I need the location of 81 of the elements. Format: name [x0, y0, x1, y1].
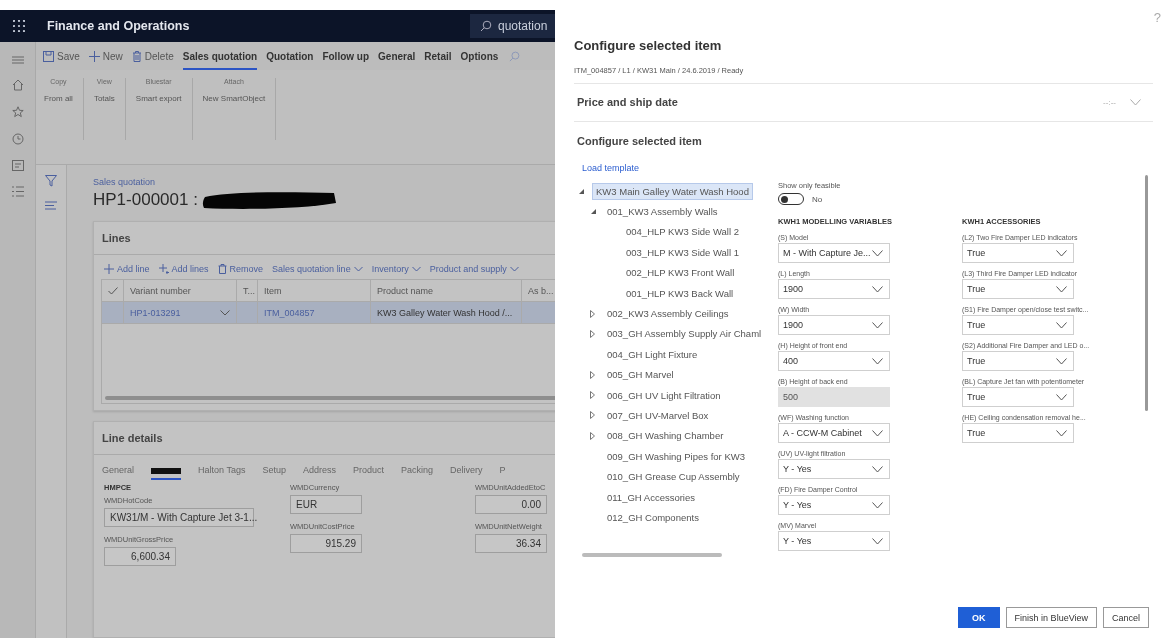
column-header[interactable]: Variant number — [124, 280, 237, 301]
column-header[interactable]: T... — [237, 280, 258, 301]
tab[interactable]: Delivery — [450, 465, 483, 480]
page-title: HP1-000001 : — [93, 190, 198, 210]
dropdown[interactable]: A - CCW-M Cabinet — [778, 423, 890, 443]
price-value: --:-- — [1103, 97, 1116, 107]
dialog-button[interactable]: Cancel — [1103, 607, 1149, 628]
ok-button[interactable]: OK — [958, 607, 1000, 628]
section-header[interactable]: Price and ship date — [577, 96, 678, 108]
search-field[interactable]: quotation — [470, 14, 555, 38]
toolbar-button[interactable]: Inventory — [371, 264, 421, 274]
table-row[interactable]: HP1-013291 ITM_004857 KW3 Galley Water Wash Hood /... — [102, 302, 555, 324]
toolbar-button[interactable]: Add lines — [158, 264, 209, 274]
tree-item[interactable]: 003_HLP KW3 Side Wall 1 — [623, 244, 742, 260]
tab[interactable]: Product — [352, 465, 384, 480]
menu-tab[interactable]: Options — [460, 42, 499, 70]
tree-item[interactable]: 004_HLP KW3 Side Wall 2 — [623, 224, 742, 240]
tree-item[interactable]: 002_KW3 Assembly Ceilings — [604, 306, 732, 322]
ribbon-button[interactable]: New SmartObject — [202, 94, 266, 103]
toolbar-button[interactable]: Product and supply — [429, 264, 519, 274]
tree-item[interactable]: 012_GH Components — [604, 509, 702, 525]
tree-item[interactable]: 003_GH Assembly Supply Air Chaml — [604, 326, 765, 342]
ribbon-button[interactable]: From all — [44, 94, 73, 103]
tree-item[interactable]: 009_GH Washing Pipes for KW3 — [604, 448, 748, 464]
tree-item[interactable]: 008_GH Washing Chamber — [604, 428, 727, 444]
dropdown[interactable]: True — [962, 387, 1074, 407]
input-field[interactable]: 6,600.34 — [104, 547, 176, 566]
tree-item[interactable]: 005_GH Marvel — [604, 367, 677, 383]
dropdown[interactable]: Y - Yes — [778, 495, 890, 515]
ribbon-button[interactable]: Totals — [93, 94, 115, 103]
input-field[interactable]: 0.00 — [475, 495, 547, 514]
new-button[interactable]: New — [88, 50, 123, 62]
tree-item[interactable]: 004_GH Light Fixture — [604, 346, 701, 362]
dropdown[interactable]: True — [962, 315, 1074, 335]
table-cell: KW3 Galley Water Wash Hood /... — [377, 307, 513, 318]
toolbar-button[interactable]: Sales quotation line — [272, 264, 363, 274]
tree-item[interactable]: 007_GH UV-Marvel Box — [604, 408, 712, 423]
dropdown[interactable]: Y - Yes — [778, 459, 890, 479]
dropdown[interactable]: 400 — [778, 351, 890, 371]
section-header: Configure selected item — [577, 135, 702, 147]
dropdown[interactable]: True — [962, 351, 1074, 371]
ribbon-button[interactable]: Smart export — [135, 94, 182, 103]
tab[interactable]: General — [102, 465, 135, 480]
dropdown[interactable]: 1900 — [778, 279, 890, 299]
tree-item[interactable]: 001_KW3 Assembly Walls — [604, 204, 721, 220]
dropdown[interactable]: True — [962, 279, 1074, 299]
tree-item[interactable]: 010_GH Grease Cup Assembly — [604, 469, 743, 485]
tree-item[interactable]: 001_HLP KW3 Back Wall — [623, 285, 737, 301]
dialog-button[interactable]: Finish in BlueView — [1005, 607, 1097, 628]
save-button[interactable]: Save — [43, 50, 80, 62]
tree-item[interactable]: 006_GH UV Light Filtration — [604, 387, 724, 403]
toolbar-button[interactable]: Add line — [104, 264, 150, 274]
tree-item[interactable]: 002_HLP KW3 Front Wall — [623, 265, 738, 281]
dropdown[interactable]: 1900 — [778, 315, 890, 335]
tab[interactable]: Setup — [262, 465, 286, 480]
menu-tab[interactable]: Retail — [424, 42, 452, 70]
tab[interactable]: Address — [302, 465, 336, 480]
column-header[interactable]: Item — [258, 280, 371, 301]
dropdown[interactable]: Y - Yes — [778, 531, 890, 551]
tree-item[interactable]: KW3 Main Galley Water Wash Hood — [592, 182, 753, 200]
column-header[interactable]: Product name — [371, 280, 522, 301]
tree-item[interactable]: 011_GH Accessories — [604, 489, 698, 505]
dropdown[interactable]: M - With Capture Je... — [778, 243, 890, 263]
menu-tab[interactable]: General — [378, 42, 416, 70]
breadcrumb-link[interactable]: Sales quotation — [93, 177, 156, 187]
input-field[interactable]: 36.34 — [475, 534, 547, 553]
tab[interactable]: Halton Tags — [198, 465, 246, 480]
app-title: Finance and Operations — [47, 19, 190, 33]
input-field[interactable]: EUR — [290, 495, 362, 514]
toolbar-button[interactable]: Remove — [217, 264, 264, 274]
delete-button[interactable]: Delete — [131, 50, 174, 62]
toggle-state: No — [812, 194, 823, 204]
menu-tab[interactable]: Follow up — [322, 42, 370, 70]
input-field[interactable]: 915.29 — [290, 534, 362, 553]
dropdown[interactable]: True — [962, 423, 1074, 443]
menu-tab[interactable]: Quotation — [266, 42, 314, 70]
tab[interactable]: P — [499, 465, 506, 480]
load-template-link[interactable]: Load template — [582, 163, 640, 173]
tab[interactable]: Packing — [401, 465, 434, 480]
dropdown[interactable]: True — [962, 243, 1074, 263]
dialog-title: Configure selected item — [574, 38, 722, 53]
